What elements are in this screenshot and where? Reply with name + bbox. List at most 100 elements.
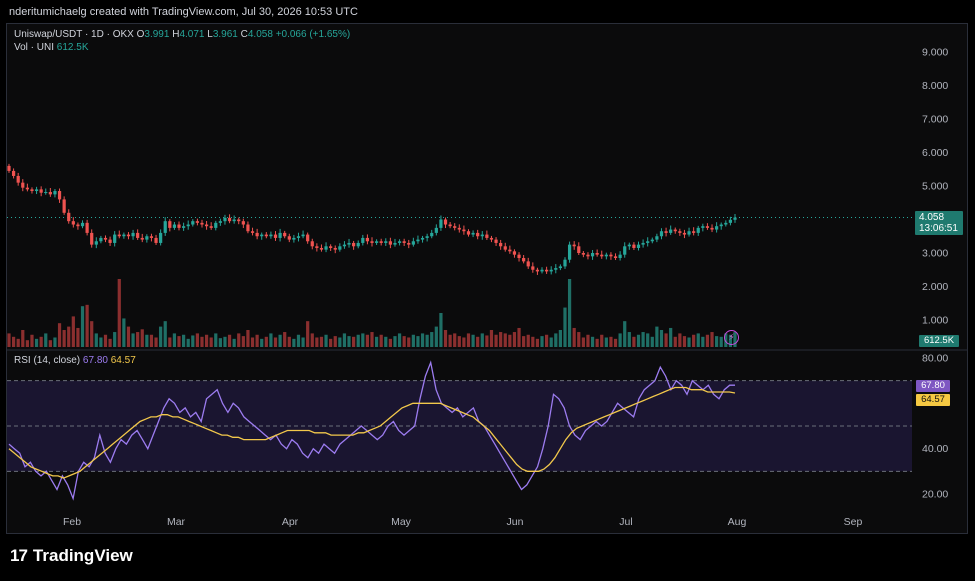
candle: [11, 170, 16, 176]
candle: [646, 241, 650, 243]
volume-bar: [384, 336, 388, 347]
volume-bar: [664, 333, 668, 347]
volume-bar: [356, 334, 360, 347]
candle: [227, 217, 232, 222]
last-price: 4.058: [919, 212, 945, 223]
volume-bar: [30, 334, 34, 347]
volume-label[interactable]: Vol · UNI: [14, 42, 54, 53]
candle: [434, 227, 438, 233]
candle: [7, 165, 11, 171]
volume-bar: [466, 333, 471, 347]
candle: [365, 237, 370, 242]
volume-bar: [586, 334, 590, 347]
rsi-legend: RSI (14, close) 67.80 64.57: [14, 355, 136, 366]
time-axis-label: Aug: [728, 516, 747, 528]
volume-bar: [159, 326, 163, 347]
candle: [600, 254, 604, 257]
close-label: C: [240, 29, 248, 40]
candle: [379, 241, 383, 243]
volume-bar: [604, 337, 608, 347]
candle: [397, 241, 402, 243]
change-value: +0.066 (+1.65%): [275, 29, 351, 40]
price-axis-label: 3.000: [922, 248, 948, 260]
candle: [508, 249, 512, 252]
volume-bar: [195, 333, 200, 347]
candle: [126, 234, 131, 237]
volume-bar: [94, 333, 98, 347]
volume-bar: [471, 334, 475, 347]
volume-bar: [480, 333, 484, 347]
volume-bar: [53, 337, 57, 347]
volume-bar: [563, 307, 567, 347]
candle: [67, 212, 71, 222]
tradingview-logo[interactable]: 17 TradingView: [10, 546, 133, 566]
candle: [595, 253, 599, 255]
candle: [76, 224, 80, 227]
volume-bar: [531, 336, 535, 347]
volume-bar: [90, 321, 94, 347]
volume-bar: [673, 336, 677, 347]
candle: [223, 217, 227, 222]
candle: [319, 247, 324, 250]
symbol-legend: Uniswap/USDT · 1D · OKX O3.991 H4.071 L3…: [14, 29, 350, 40]
volume-bar: [218, 338, 222, 347]
candle: [113, 234, 117, 243]
volume-bar: [163, 321, 167, 347]
close-value: 4.058: [247, 29, 273, 40]
volume-bar: [678, 333, 682, 347]
candle: [287, 236, 291, 240]
volume-bar: [136, 332, 140, 347]
volume-bar: [577, 332, 581, 347]
candle: [577, 246, 581, 253]
volume-bar: [618, 333, 622, 347]
volume-bar: [508, 334, 512, 347]
volume-bar: [16, 338, 20, 347]
volume-bar: [131, 333, 135, 347]
volume-bar: [650, 336, 654, 347]
candle: [200, 222, 204, 225]
volume-bar: [145, 334, 149, 347]
volume-bar: [425, 334, 429, 347]
rsi-axis-label: 80.00: [922, 353, 948, 365]
volume-bar: [99, 337, 103, 347]
volume-bar: [7, 333, 11, 347]
candle: [62, 199, 66, 213]
volume-bar: [140, 329, 144, 347]
volume-bar: [62, 330, 66, 347]
volume-bar: [393, 336, 397, 347]
volume-bar: [499, 332, 503, 347]
volume-bar: [397, 333, 402, 347]
symbol-label[interactable]: Uniswap/USDT · 1D · OKX: [14, 29, 134, 40]
volume-bar: [655, 326, 659, 347]
candle: [673, 229, 677, 232]
volume-value: 612.5K: [56, 42, 89, 53]
lightning-icon[interactable]: ⚡: [724, 330, 739, 345]
candle: [181, 226, 186, 228]
volume-bar: [361, 333, 365, 347]
candle: [604, 254, 608, 257]
candle: [361, 237, 365, 243]
candle: [342, 244, 347, 247]
volume-tag: 612.5K: [919, 335, 959, 347]
candle: [131, 232, 135, 237]
volume-bar: [632, 336, 636, 347]
chart-canvas[interactable]: 9.000 8.000 7.000 6.000 5.000 3.000 2.000 1.000…: [0, 0, 975, 581]
rsi-axis-label: 40.00: [922, 443, 948, 455]
candle: [352, 242, 356, 247]
rsi-label[interactable]: RSI (14, close): [14, 355, 80, 366]
volume-bar: [512, 332, 517, 347]
candle: [333, 247, 337, 250]
candle: [237, 219, 241, 222]
volume-bar: [191, 335, 195, 347]
candle: [659, 231, 664, 237]
candle: [476, 232, 480, 237]
price-axis-label: 1.000: [922, 315, 948, 327]
candle: [448, 224, 452, 227]
volume-bar: [296, 334, 301, 347]
time-axis-label: Jun: [507, 516, 524, 528]
volume-bar: [489, 330, 494, 347]
volume-bar: [329, 338, 333, 347]
volume-bar: [590, 336, 595, 347]
candle: [393, 242, 397, 245]
candle: [590, 253, 595, 257]
